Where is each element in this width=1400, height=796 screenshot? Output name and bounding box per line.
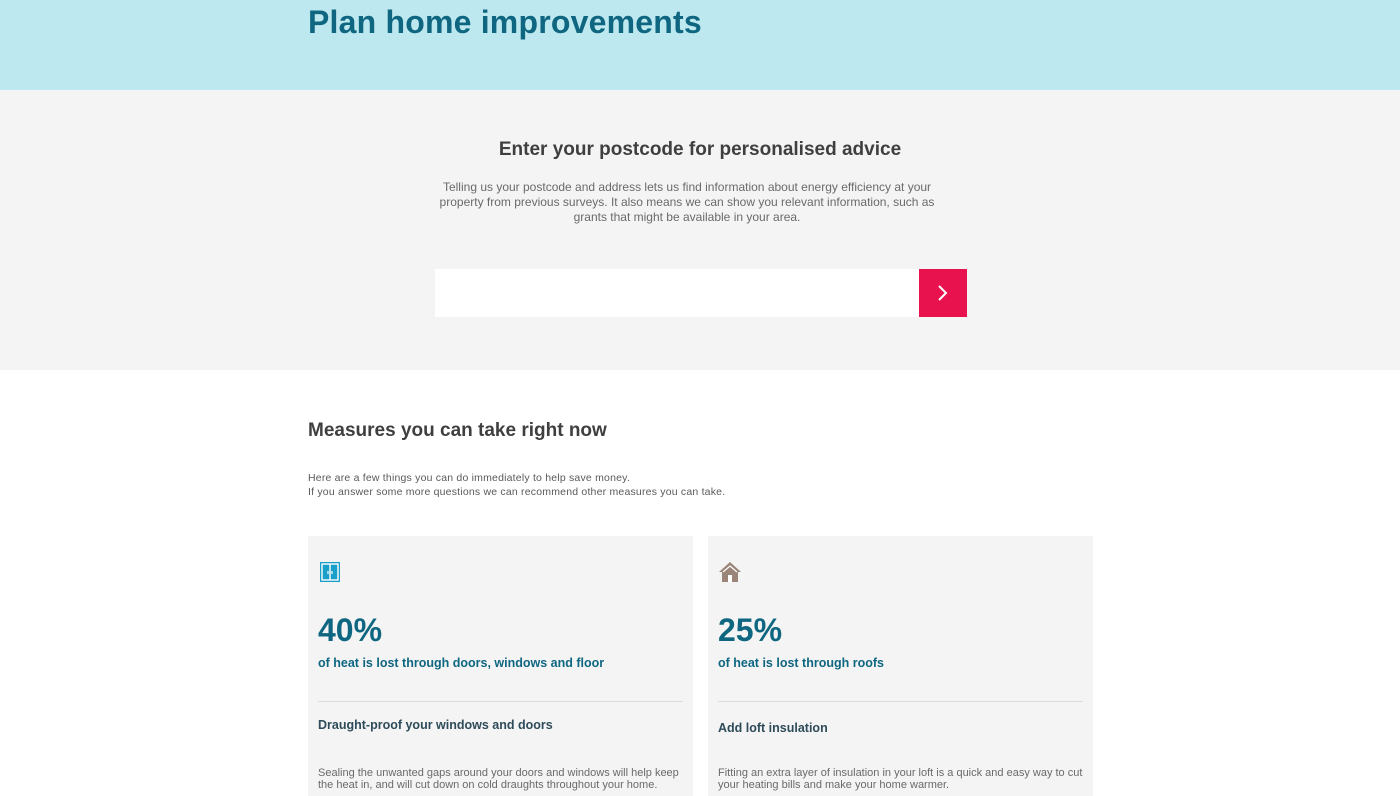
heat-loss-description: of heat is lost through doors, windows a… — [318, 656, 605, 670]
measure-description: Sealing the unwanted gaps around your do… — [318, 767, 679, 791]
measure-card-draught-proofing: 40% of heat is lost through doors, windo… — [308, 536, 693, 796]
postcode-input[interactable] — [435, 269, 919, 317]
chevron-right-icon — [938, 285, 948, 301]
heat-loss-percentage: 40% — [318, 612, 383, 648]
measures-heading: Measures you can take right now — [308, 420, 607, 441]
postcode-heading: Enter your postcode for personalised adv… — [498, 139, 902, 160]
house-icon — [718, 560, 742, 584]
card-divider — [318, 701, 683, 702]
page-header: Plan home improvements — [0, 0, 1400, 90]
measure-title: Draught-proof your windows and doors — [318, 718, 553, 732]
heat-loss-description: of heat is lost through roofs — [718, 656, 884, 670]
page-title: Plan home improvements — [308, 4, 702, 40]
heat-loss-percentage: 25% — [718, 612, 783, 648]
postcode-submit-button[interactable] — [919, 269, 967, 317]
measure-title: Add loft insulation — [718, 721, 828, 735]
window-icon — [318, 560, 342, 584]
card-divider — [718, 701, 1083, 702]
measures-intro-line-1: Here are a few things you can do immedia… — [308, 472, 630, 484]
postcode-section: Enter your postcode for personalised adv… — [0, 90, 1400, 370]
postcode-intro: Telling us your postcode and address let… — [439, 180, 935, 224]
measure-description: Fitting an extra layer of insulation in … — [718, 767, 1083, 791]
measure-card-loft-insulation: 25% of heat is lost through roofs Add lo… — [708, 536, 1093, 796]
measures-intro-line-2: If you answer some more questions we can… — [308, 486, 726, 498]
